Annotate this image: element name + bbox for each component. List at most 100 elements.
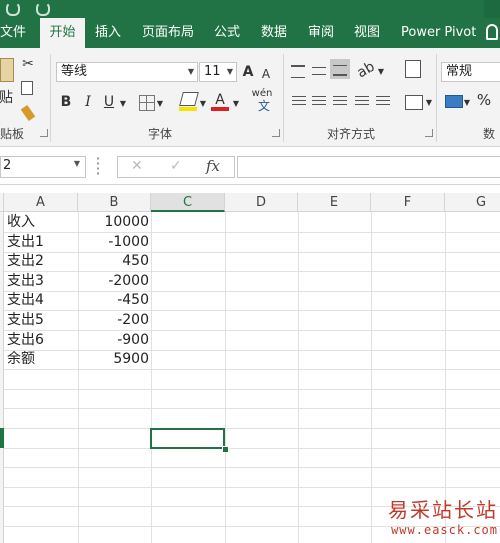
title-bar xyxy=(0,0,500,18)
chevron-down-icon[interactable]: ▼ xyxy=(155,94,165,114)
redo-icon[interactable] xyxy=(36,2,50,16)
shrink-font-button[interactable]: A xyxy=(258,64,274,84)
fill-handle[interactable] xyxy=(222,446,229,453)
chevron-down-icon[interactable]: ▼ xyxy=(462,93,472,113)
cell-b5[interactable]: -450 xyxy=(79,291,149,310)
divider xyxy=(436,54,437,142)
cell-a1[interactable]: 收入 xyxy=(7,213,77,232)
column-header-a[interactable]: A xyxy=(4,193,78,212)
cell-a8[interactable]: 余额 xyxy=(7,350,77,369)
tab-data[interactable]: 数据 xyxy=(261,18,287,48)
cell-a6[interactable]: 支出5 xyxy=(7,311,77,330)
font-size-combo[interactable]: 11 ▼ xyxy=(199,62,237,82)
tab-view[interactable]: 视图 xyxy=(354,18,380,48)
bold-button[interactable]: B xyxy=(58,92,74,112)
chevron-down-icon[interactable]: ▼ xyxy=(198,94,208,114)
gridline xyxy=(225,212,226,543)
tab-home[interactable]: 开始 xyxy=(40,18,85,49)
cell-b1[interactable]: 10000 xyxy=(79,213,149,232)
tab-review[interactable]: 审阅 xyxy=(308,18,334,48)
paste-icon[interactable] xyxy=(0,58,14,82)
tab-file[interactable]: 文件 xyxy=(0,18,26,48)
tab-insert[interactable]: 插入 xyxy=(95,18,121,48)
column-header-b[interactable]: B xyxy=(78,193,151,212)
cell-a4[interactable]: 支出3 xyxy=(7,272,77,291)
font-name-combo[interactable]: 等线 ▼ xyxy=(56,62,198,82)
alignment-launcher-icon[interactable] xyxy=(425,129,433,137)
chevron-down-icon[interactable]: ▼ xyxy=(231,94,241,114)
fill-color-swatch xyxy=(179,107,197,111)
chevron-down-icon[interactable]: ▼ xyxy=(118,94,128,114)
copy-icon[interactable] xyxy=(21,81,33,95)
decrease-indent-icon[interactable] xyxy=(355,96,369,108)
top-align-icon[interactable] xyxy=(291,65,305,78)
increase-indent-icon[interactable] xyxy=(376,96,390,108)
format-painter-icon[interactable] xyxy=(20,104,36,122)
bottom-align-icon xyxy=(333,65,347,76)
column-header-f[interactable]: F xyxy=(371,193,445,212)
currency-format-icon[interactable] xyxy=(445,95,463,108)
cell-a3[interactable]: 支出2 xyxy=(7,252,77,271)
watermark: 易采站长站 www.easck.com xyxy=(388,494,498,537)
number-format-combo[interactable]: 常规 xyxy=(441,62,500,82)
align-left-icon[interactable] xyxy=(292,96,306,108)
chevron-down-icon[interactable]: ▼ xyxy=(376,62,386,82)
clipboard-launcher-icon[interactable] xyxy=(40,129,48,137)
cell-b2[interactable]: -1000 xyxy=(79,233,149,252)
align-center-icon[interactable] xyxy=(312,96,326,108)
formula-bar: 2 ▼ ✕ ✓ fx xyxy=(0,147,500,185)
underline-button[interactable]: U xyxy=(101,92,117,112)
cut-icon[interactable]: ✂ xyxy=(18,54,38,74)
gridline xyxy=(298,212,299,543)
column-header-c[interactable]: C xyxy=(151,193,225,212)
paste-button[interactable]: 贴 xyxy=(0,88,16,108)
column-header-e[interactable]: E xyxy=(298,193,371,212)
fill-color-icon[interactable] xyxy=(179,92,199,106)
tab-power-pivot[interactable]: Power Pivot xyxy=(401,18,476,48)
middle-align-icon[interactable] xyxy=(312,67,326,75)
gridline xyxy=(371,212,372,543)
window-control[interactable] xyxy=(484,0,500,18)
cell-b7[interactable]: -900 xyxy=(79,331,149,350)
borders-icon[interactable] xyxy=(139,95,155,111)
tab-formulas[interactable]: 公式 xyxy=(214,18,240,48)
cell-a2[interactable]: 支出1 xyxy=(7,233,77,252)
phonetic-icon: 文 xyxy=(258,99,271,113)
font-launcher-icon[interactable] xyxy=(272,129,280,137)
chevron-down-icon: ▼ xyxy=(73,159,80,168)
enter-icon[interactable]: ✓ xyxy=(170,158,182,174)
gridline xyxy=(4,408,500,409)
tell-me-icon[interactable] xyxy=(486,24,498,40)
insert-function-icon[interactable]: fx xyxy=(206,157,220,175)
undo-icon[interactable] xyxy=(6,2,20,16)
chevron-down-icon[interactable]: ▼ xyxy=(424,93,434,113)
font-size-value: 11 xyxy=(204,64,221,79)
cell-b6[interactable]: -200 xyxy=(79,311,149,330)
italic-button[interactable]: I xyxy=(80,92,96,112)
cell-a7[interactable]: 支出6 xyxy=(7,331,77,350)
column-header-g[interactable]: G xyxy=(445,193,500,212)
wrap-text-icon[interactable] xyxy=(405,60,421,78)
align-right-icon[interactable] xyxy=(333,96,347,108)
cancel-icon[interactable]: ✕ xyxy=(131,158,143,174)
cell-b8[interactable]: 5900 xyxy=(79,350,149,369)
formula-input[interactable] xyxy=(237,156,500,178)
cell-b3[interactable]: 450 xyxy=(79,252,149,271)
worksheet-grid[interactable]: A B C D E F G 收入 10000 支出1 -1000 支出2 450… xyxy=(0,193,500,543)
font-name-value: 等线 xyxy=(61,64,88,79)
name-box[interactable]: 2 ▼ xyxy=(0,156,86,178)
tab-page-layout[interactable]: 页面布局 xyxy=(142,18,194,48)
formula-bar-grip[interactable] xyxy=(96,156,100,176)
cell-b4[interactable]: -2000 xyxy=(79,272,149,291)
merge-center-icon[interactable] xyxy=(405,95,423,110)
number-group-label: 数 xyxy=(483,127,496,141)
active-cell[interactable] xyxy=(150,428,225,449)
grow-font-button[interactable]: A xyxy=(240,62,256,82)
row-header-strip[interactable] xyxy=(0,212,4,543)
chevron-down-icon: ▼ xyxy=(226,67,233,76)
percent-style-button[interactable]: % xyxy=(474,90,494,110)
divider xyxy=(50,54,51,142)
cell-a5[interactable]: 支出4 xyxy=(7,291,77,310)
column-header-d[interactable]: D xyxy=(225,193,298,212)
gridline xyxy=(4,467,500,468)
